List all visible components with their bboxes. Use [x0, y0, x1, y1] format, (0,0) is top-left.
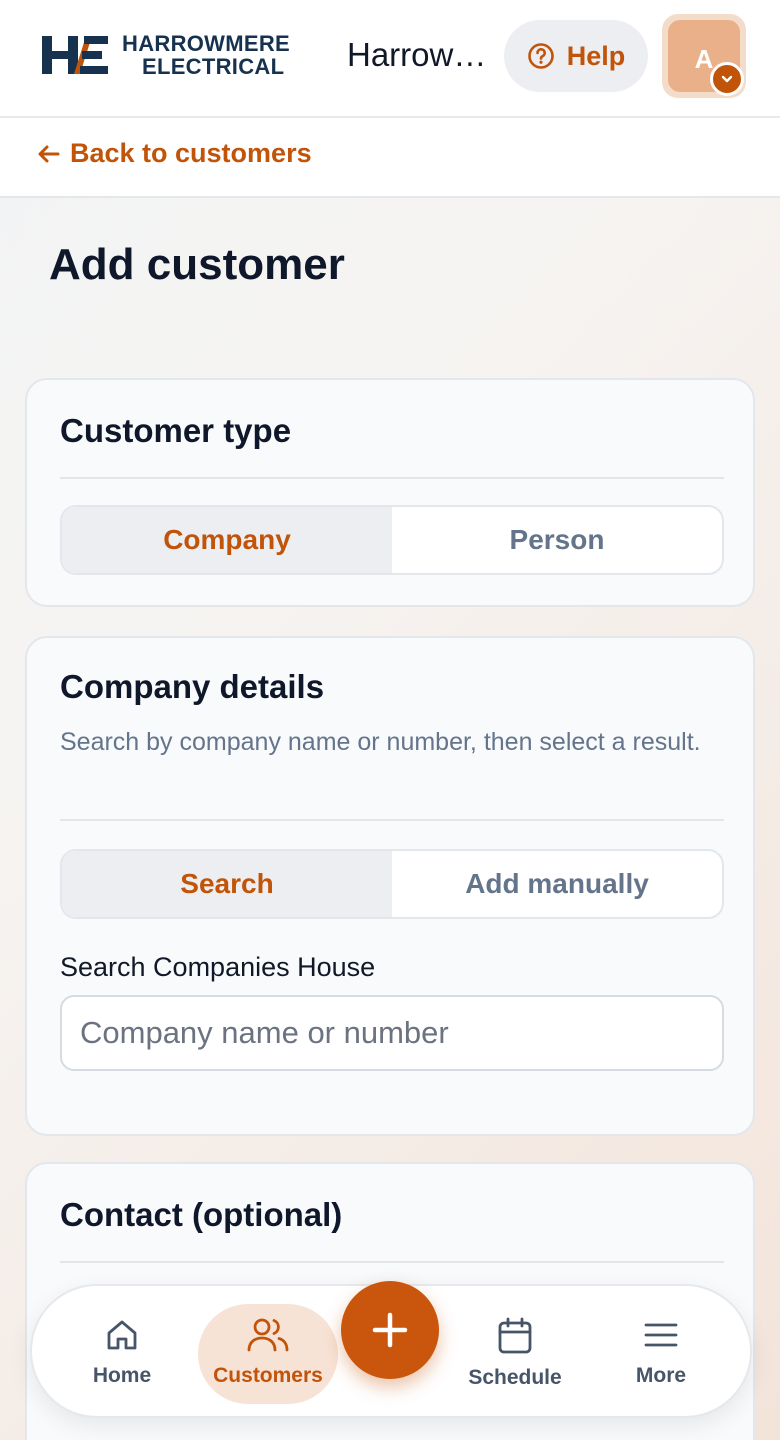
divider	[60, 477, 724, 479]
help-button[interactable]: Help	[504, 20, 648, 92]
nav-schedule[interactable]: Schedule	[445, 1304, 585, 1404]
contact-title: Contact (optional)	[60, 1196, 343, 1233]
customer-type-person-option[interactable]: Person	[392, 507, 722, 573]
users-icon	[247, 1318, 289, 1352]
nav-home[interactable]: Home	[52, 1304, 192, 1404]
company-entry-mode-toggle: Search Add manually	[60, 849, 724, 919]
home-icon	[107, 1320, 137, 1350]
customer-type-company-option[interactable]: Company	[62, 507, 392, 573]
back-to-customers-link[interactable]: Back to customers	[36, 138, 312, 169]
company-details-description: Search by company name or number, then s…	[60, 728, 701, 756]
help-label: Help	[566, 40, 626, 71]
divider	[60, 819, 724, 821]
nav-schedule-label: Schedule	[468, 1366, 562, 1389]
logo-monogram-icon	[42, 36, 108, 74]
company-details-card: Company details Search by company name o…	[25, 636, 755, 1136]
back-bar: Back to customers	[0, 118, 780, 198]
customer-type-title: Customer type	[60, 412, 292, 449]
logo-wordmark: HARROWMERE ELECTRICAL	[122, 30, 290, 79]
search-mode-option[interactable]: Search	[62, 851, 392, 917]
company-search-input[interactable]	[60, 995, 724, 1071]
company-logo[interactable]: HARROWMERE ELECTRICAL	[40, 32, 290, 78]
nav-more[interactable]: More	[591, 1304, 731, 1404]
add-manually-mode-option[interactable]: Add manually	[392, 851, 722, 917]
customer-type-toggle: Company Person	[60, 505, 724, 575]
nav-home-label: Home	[92, 1364, 152, 1387]
quick-add-button[interactable]	[341, 1281, 439, 1379]
account-menu-button[interactable]: A	[662, 14, 746, 98]
help-circle-icon	[527, 43, 554, 69]
customer-type-card: Customer type Company Person	[25, 378, 755, 607]
logo-line1: HARROWMERE	[122, 30, 290, 56]
plus-icon	[372, 1312, 408, 1348]
nav-more-label: More	[635, 1364, 687, 1387]
back-link-label: Back to customers	[70, 138, 312, 168]
chevron-down-icon	[710, 62, 744, 96]
app-header: HARROWMERE ELECTRICAL Harrowmere Electri…	[0, 0, 780, 118]
menu-icon	[644, 1323, 678, 1347]
page-title: Add customer	[49, 240, 345, 289]
nav-customers[interactable]: Customers	[198, 1304, 338, 1404]
divider	[60, 1261, 724, 1263]
calendar-icon	[498, 1317, 532, 1354]
company-details-title: Company details	[60, 668, 325, 705]
workspace-name[interactable]: Harrowmere Electrical	[347, 36, 487, 74]
search-companies-house-label: Search Companies House	[60, 952, 376, 982]
nav-customers-label: Customers	[213, 1364, 323, 1387]
logo-line2: ELECTRICAL	[142, 53, 285, 79]
arrow-left-icon	[38, 145, 60, 162]
